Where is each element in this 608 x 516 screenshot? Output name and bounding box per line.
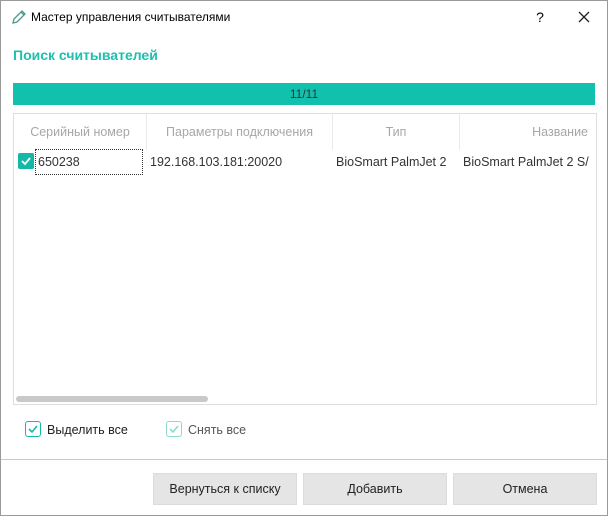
footer-divider: [1, 459, 607, 460]
deselect-all-label: Снять все: [188, 423, 247, 437]
column-header-serial[interactable]: Серийный номер: [14, 114, 147, 150]
select-all-checkbox[interactable]: Выделить все: [25, 421, 145, 439]
checkmark-icon: [21, 157, 31, 166]
column-header-name[interactable]: Название: [460, 114, 596, 150]
search-progress-bar: 11/11: [13, 83, 595, 105]
reader-wizard-window: Мастер управления считывателями ? Поиск …: [0, 0, 608, 516]
horizontal-scrollbar[interactable]: [16, 396, 208, 402]
table-row[interactable]: 650238 192.168.103.181:20020 BioSmart Pa…: [14, 149, 596, 175]
title-bar: Мастер управления считывателями ?: [1, 1, 607, 33]
close-icon: [578, 11, 590, 23]
back-to-list-button[interactable]: Вернуться к списку: [153, 473, 297, 505]
help-button[interactable]: ?: [527, 5, 553, 29]
column-header-connection[interactable]: Параметры подключения: [147, 114, 333, 150]
checkmark-icon: [28, 425, 38, 434]
section-title: Поиск считывателей: [13, 47, 158, 63]
select-all-label: Выделить все: [47, 423, 128, 437]
close-button[interactable]: [571, 5, 597, 29]
checkmark-icon: [169, 425, 179, 434]
pencil-icon: [11, 9, 27, 25]
checkbox-box: [25, 421, 41, 437]
checkbox-box: [166, 421, 182, 437]
cell-type[interactable]: BioSmart PalmJet 2: [336, 150, 458, 174]
add-button[interactable]: Добавить: [303, 473, 447, 505]
progress-text: 11/11: [289, 87, 319, 101]
cell-serial[interactable]: 650238: [38, 150, 142, 174]
table-header: Серийный номер Параметры подключения Тип…: [14, 114, 596, 150]
readers-table: Серийный номер Параметры подключения Тип…: [13, 113, 597, 405]
cancel-button[interactable]: Отмена: [453, 473, 597, 505]
cell-name[interactable]: BioSmart PalmJet 2 S/: [463, 150, 596, 174]
column-header-type[interactable]: Тип: [333, 114, 460, 150]
row-checkbox[interactable]: [18, 153, 34, 169]
cell-connection[interactable]: 192.168.103.181:20020: [150, 150, 332, 174]
deselect-all-checkbox[interactable]: Снять все: [166, 421, 266, 439]
window-title: Мастер управления считывателями: [31, 10, 231, 24]
